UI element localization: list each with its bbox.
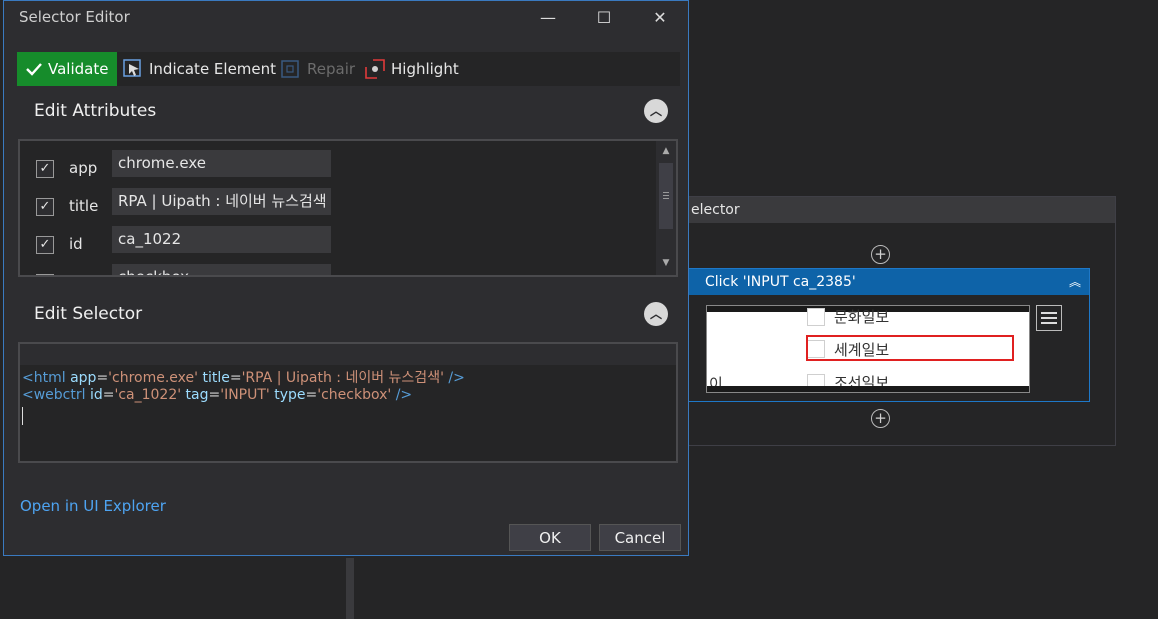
repair-label: Repair: [307, 60, 356, 78]
edit-attributes-title: Edit Attributes: [34, 101, 157, 121]
attribute-value-field[interactable]: ca_1022: [112, 226, 331, 253]
attribute-checkbox[interactable]: ✓: [36, 274, 54, 275]
attribute-checkbox[interactable]: ✓: [36, 236, 54, 254]
text-caret: [22, 407, 23, 425]
highlight-button[interactable]: Highlight: [363, 52, 459, 86]
preview-checkbox: [807, 308, 825, 326]
scroll-up-icon[interactable]: ▲: [659, 143, 673, 159]
collapse-attributes-chevron-icon[interactable]: ︿: [644, 99, 668, 123]
ok-button[interactable]: OK: [509, 524, 591, 551]
activity-header[interactable]: Click 'INPUT ca_2385' ︽: [681, 269, 1089, 295]
edit-selector-title: Edit Selector: [34, 304, 143, 324]
collapse-selector-chevron-icon[interactable]: ︿: [644, 302, 668, 326]
validate-button[interactable]: Validate: [17, 52, 117, 86]
attribute-name: title: [69, 197, 99, 215]
attribute-name: app: [69, 159, 98, 177]
repair-icon: [281, 60, 299, 78]
attribute-checkbox[interactable]: ✓: [36, 160, 54, 178]
attribute-name: type: [69, 273, 103, 275]
click-activity[interactable]: Click 'INPUT ca_2385' ︽ 문화일보 세계일보 조선일보 이: [680, 268, 1090, 402]
container-header: elector: [681, 197, 1115, 223]
selector-code-editor[interactable]: <html app='chrome.exe' title='RPA | Uipa…: [18, 342, 678, 463]
editor-top-strip: [20, 344, 676, 365]
attributes-scrollbar[interactable]: ▲ ▼: [656, 141, 676, 275]
add-activity-bottom-icon[interactable]: +: [871, 409, 890, 428]
close-button[interactable]: ✕: [632, 1, 688, 35]
preview-item: 문화일보: [834, 308, 890, 326]
checkmark-icon: [26, 63, 42, 76]
repair-button[interactable]: Repair: [279, 52, 355, 86]
cancel-button[interactable]: Cancel: [599, 524, 681, 551]
validate-label: Validate: [48, 60, 109, 78]
open-in-ui-explorer-link[interactable]: Open in UI Explorer: [20, 497, 166, 515]
selector-line-html: <html app='chrome.exe' title='RPA | Uipa…: [22, 370, 465, 386]
attribute-value-field[interactable]: RPA | Uipath : 네이버 뉴스검색: [112, 188, 331, 215]
add-activity-top-icon[interactable]: +: [871, 245, 890, 264]
activity-title: Click 'INPUT ca_2385': [705, 274, 856, 290]
title-bar[interactable]: Selector Editor — ☐ ✕: [4, 1, 688, 35]
toolbar: Validate Indicate Element Repair Highlig…: [17, 52, 680, 86]
collapse-chevron-icon[interactable]: ︽: [1069, 269, 1081, 295]
element-preview: 문화일보 세계일보 조선일보 이: [706, 305, 1030, 393]
attribute-name: id: [69, 235, 83, 253]
background-scrollbar: [346, 558, 354, 619]
dialog-title: Selector Editor: [19, 8, 130, 26]
activity-menu-button[interactable]: [1036, 305, 1062, 331]
scroll-down-icon[interactable]: ▼: [659, 255, 673, 271]
attribute-value-field[interactable]: chrome.exe: [112, 150, 331, 177]
minimize-button[interactable]: —: [520, 1, 576, 35]
selection-highlight-box: [806, 335, 1014, 361]
preview-bottom-bar: [707, 386, 1029, 392]
selector-line-webctrl: <webctrl id='ca_1022' tag='INPUT' type='…: [22, 387, 413, 403]
highlight-label: Highlight: [391, 60, 459, 78]
indicate-element-label: Indicate Element: [149, 60, 277, 78]
highlight-icon: [365, 59, 385, 79]
scroll-thumb[interactable]: [659, 163, 673, 229]
attribute-value-field[interactable]: checkbox: [112, 264, 331, 275]
selector-editor-dialog: Selector Editor — ☐ ✕ Validate Indicate …: [3, 0, 689, 556]
indicate-element-button[interactable]: Indicate Element: [121, 52, 276, 86]
maximize-button[interactable]: ☐: [576, 1, 632, 35]
attribute-row: ✓ type checkbox: [20, 264, 650, 275]
attribute-checkbox[interactable]: ✓: [36, 198, 54, 216]
indicate-cursor-icon: [123, 59, 141, 77]
attributes-list: ✓ app chrome.exe ✓ title RPA | Uipath : …: [18, 139, 678, 277]
